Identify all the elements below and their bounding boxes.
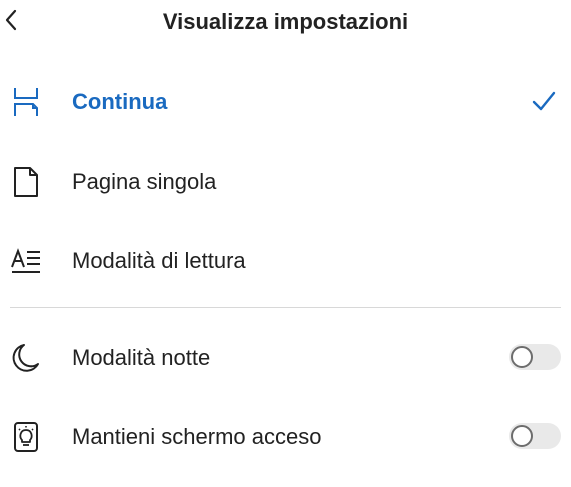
page-title: Visualizza impostazioni bbox=[162, 9, 409, 34]
reading-mode-icon bbox=[10, 244, 42, 278]
view-mode-continua[interactable]: Continua bbox=[0, 72, 571, 132]
view-settings-panel: Visualizza impostazioni Continua Pagina … bbox=[0, 0, 571, 487]
view-mode-label: Pagina singola bbox=[72, 169, 217, 194]
keep-screen-on-toggle[interactable] bbox=[509, 423, 561, 449]
night-mode-toggle[interactable] bbox=[509, 344, 561, 370]
toggle-knob bbox=[511, 346, 533, 368]
single-page-icon bbox=[10, 165, 42, 199]
toggle-knob bbox=[511, 425, 533, 447]
view-mode-lettura[interactable]: Modalità di lettura bbox=[0, 231, 571, 291]
toggle-row-keep-screen-on: Mantieni schermo acceso bbox=[0, 407, 571, 467]
continuous-scroll-icon bbox=[10, 85, 42, 119]
view-mode-pagina-singola[interactable]: Pagina singola bbox=[0, 152, 571, 212]
moon-icon bbox=[10, 341, 42, 375]
toggle-row-night-mode: Modalità notte bbox=[0, 328, 571, 388]
lightbulb-icon bbox=[10, 420, 42, 454]
toggle-label: Mantieni schermo acceso bbox=[72, 424, 322, 449]
view-mode-label: Modalità di lettura bbox=[72, 248, 246, 273]
view-mode-label: Continua bbox=[72, 89, 168, 114]
toggle-label: Modalità notte bbox=[72, 345, 211, 370]
divider bbox=[10, 307, 561, 308]
header: Visualizza impostazioni bbox=[0, 0, 571, 46]
checkmark-icon bbox=[531, 90, 557, 112]
